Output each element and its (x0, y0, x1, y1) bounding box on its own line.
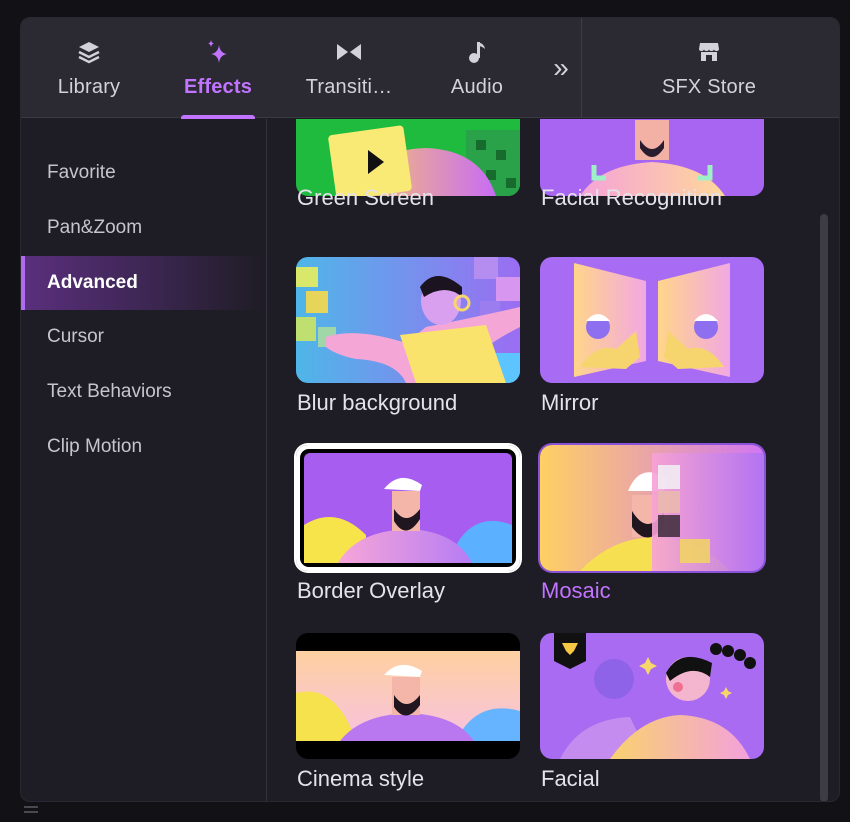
effect-card-mirror[interactable]: Mirror (540, 257, 764, 417)
bowtie-icon (335, 40, 363, 64)
category-label: Clip Motion (47, 436, 143, 457)
effect-card-cinema-style[interactable]: Cinema style (296, 633, 520, 793)
tab-transitions[interactable]: Transiti… (301, 18, 397, 118)
category-pan-zoom[interactable]: Pan&Zoom (21, 201, 266, 255)
effect-label: Facial Recognition (541, 185, 722, 210)
tab-audio-label: Audio (450, 76, 504, 98)
sparkle-icon (204, 40, 232, 64)
effect-thumbnail (296, 257, 520, 383)
effect-label: Mirror (541, 390, 599, 415)
effect-label: Cinema style (297, 766, 425, 791)
effect-card-blur-background[interactable]: Blur background (296, 257, 520, 417)
effect-card-green-screen[interactable]: Green Screen (296, 119, 520, 227)
category-favorite[interactable]: Favorite (21, 146, 266, 200)
effect-thumbnail (540, 257, 764, 383)
effect-label: Blur background (297, 390, 458, 415)
store-icon (695, 40, 723, 64)
tab-library[interactable]: Library (49, 18, 129, 118)
more-tabs-button[interactable]: » (543, 52, 579, 83)
tab-library-label: Library (57, 76, 121, 98)
category-sidebar: Favorite Pan&Zoom Advanced Cursor Text B… (21, 119, 267, 801)
resize-grip-icon[interactable] (24, 806, 38, 818)
tab-divider (581, 18, 582, 118)
music-note-icon (463, 40, 491, 64)
tab-effects-label: Effects (183, 76, 253, 98)
category-label: Pan&Zoom (47, 217, 143, 238)
layers-icon (75, 40, 103, 64)
category-label: Favorite (47, 162, 116, 183)
effect-label: Green Screen (297, 185, 434, 210)
grid-scrollbar[interactable] (820, 214, 828, 801)
effect-label: Mosaic (541, 578, 611, 603)
tab-sfx-store-label: SFX Store (661, 76, 757, 98)
effect-thumbnail (540, 445, 764, 571)
effect-label: Border Overlay (297, 578, 445, 603)
effect-thumbnail (540, 633, 764, 759)
category-label: Cursor (47, 326, 105, 347)
tab-sfx-store[interactable]: SFX Store (651, 18, 767, 118)
effect-card-border-overlay[interactable]: Border Overlay (296, 445, 520, 605)
category-label: Advanced (47, 272, 138, 293)
tab-audio[interactable]: Audio (445, 18, 509, 118)
effect-thumbnail (296, 633, 520, 759)
effect-card-facial[interactable]: Facial (540, 633, 764, 793)
effect-card-facial-recognition[interactable]: Facial Recognition (540, 119, 764, 227)
effects-grid: Green Screen Facial Recognition Blur bac… (268, 119, 839, 801)
effects-panel: Library Effects Transiti… Audio » SFX St… (20, 17, 840, 802)
tab-bar: Library Effects Transiti… Audio » SFX St… (21, 18, 839, 119)
tab-transitions-label: Transiti… (305, 76, 393, 98)
category-text-behaviors[interactable]: Text Behaviors (21, 365, 266, 419)
category-clip-motion[interactable]: Clip Motion (21, 420, 266, 474)
effect-card-mosaic[interactable]: Mosaic (540, 445, 764, 605)
tab-effects[interactable]: Effects (178, 18, 258, 119)
effect-thumbnail-selected (296, 445, 520, 571)
category-advanced[interactable]: Advanced (21, 256, 266, 310)
double-chevron-right-icon: » (553, 52, 569, 83)
category-label: Text Behaviors (47, 381, 172, 402)
category-cursor[interactable]: Cursor (21, 310, 266, 364)
effect-label: Facial (541, 766, 600, 791)
